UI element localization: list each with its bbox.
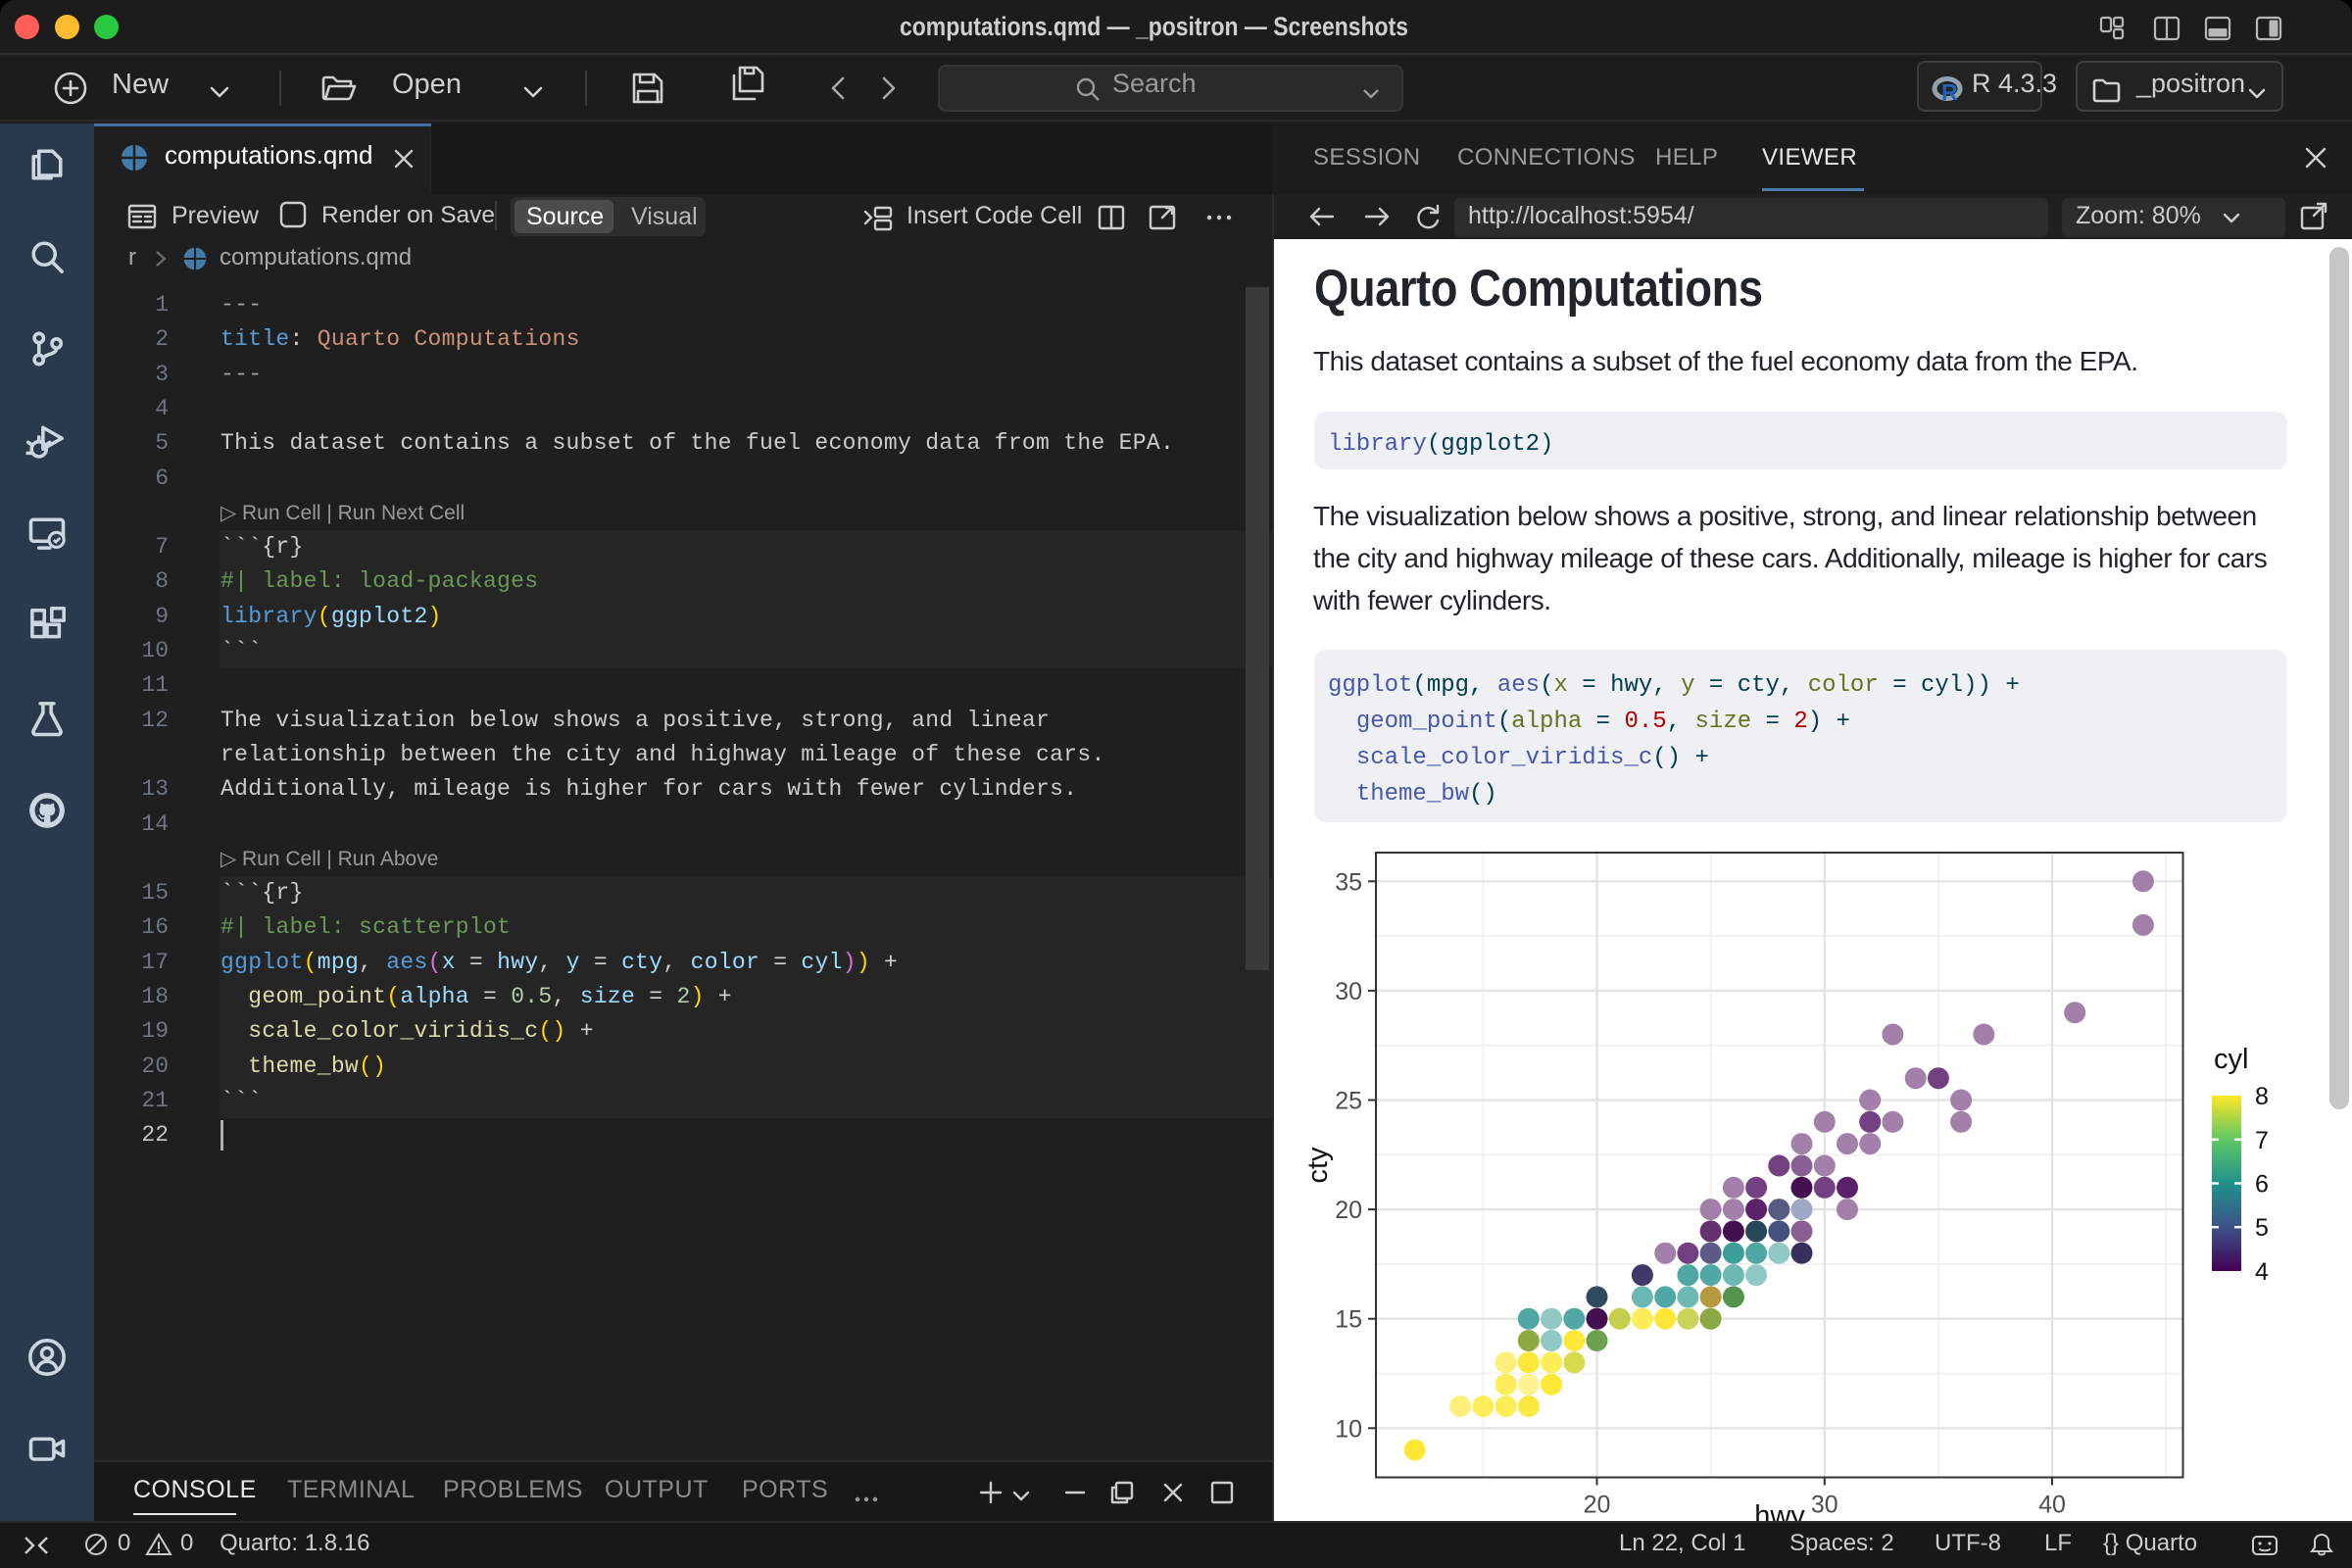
svg-text:15: 15: [1335, 1306, 1362, 1334]
svg-text:30: 30: [1335, 978, 1362, 1005]
svg-text:4: 4: [2255, 1258, 2269, 1286]
svg-text:R: R: [1941, 79, 1958, 105]
svg-text:5: 5: [2255, 1214, 2269, 1242]
svg-text:10: 10: [1335, 1415, 1362, 1443]
svg-text:35: 35: [1335, 868, 1362, 896]
svg-text:hwy: hwy: [1754, 1500, 1805, 1521]
svg-text:cty: cty: [1303, 1147, 1334, 1184]
svg-text:30: 30: [1811, 1492, 1838, 1519]
svg-text:8: 8: [2255, 1083, 2269, 1110]
svg-text:7: 7: [2255, 1127, 2269, 1154]
svg-text:6: 6: [2255, 1171, 2269, 1199]
svg-text:40: 40: [2038, 1492, 2066, 1519]
svg-text:20: 20: [1335, 1197, 1362, 1224]
svg-text:25: 25: [1335, 1088, 1362, 1115]
svg-text:cyl: cyl: [2214, 1044, 2248, 1075]
svg-text:20: 20: [1584, 1492, 1611, 1519]
